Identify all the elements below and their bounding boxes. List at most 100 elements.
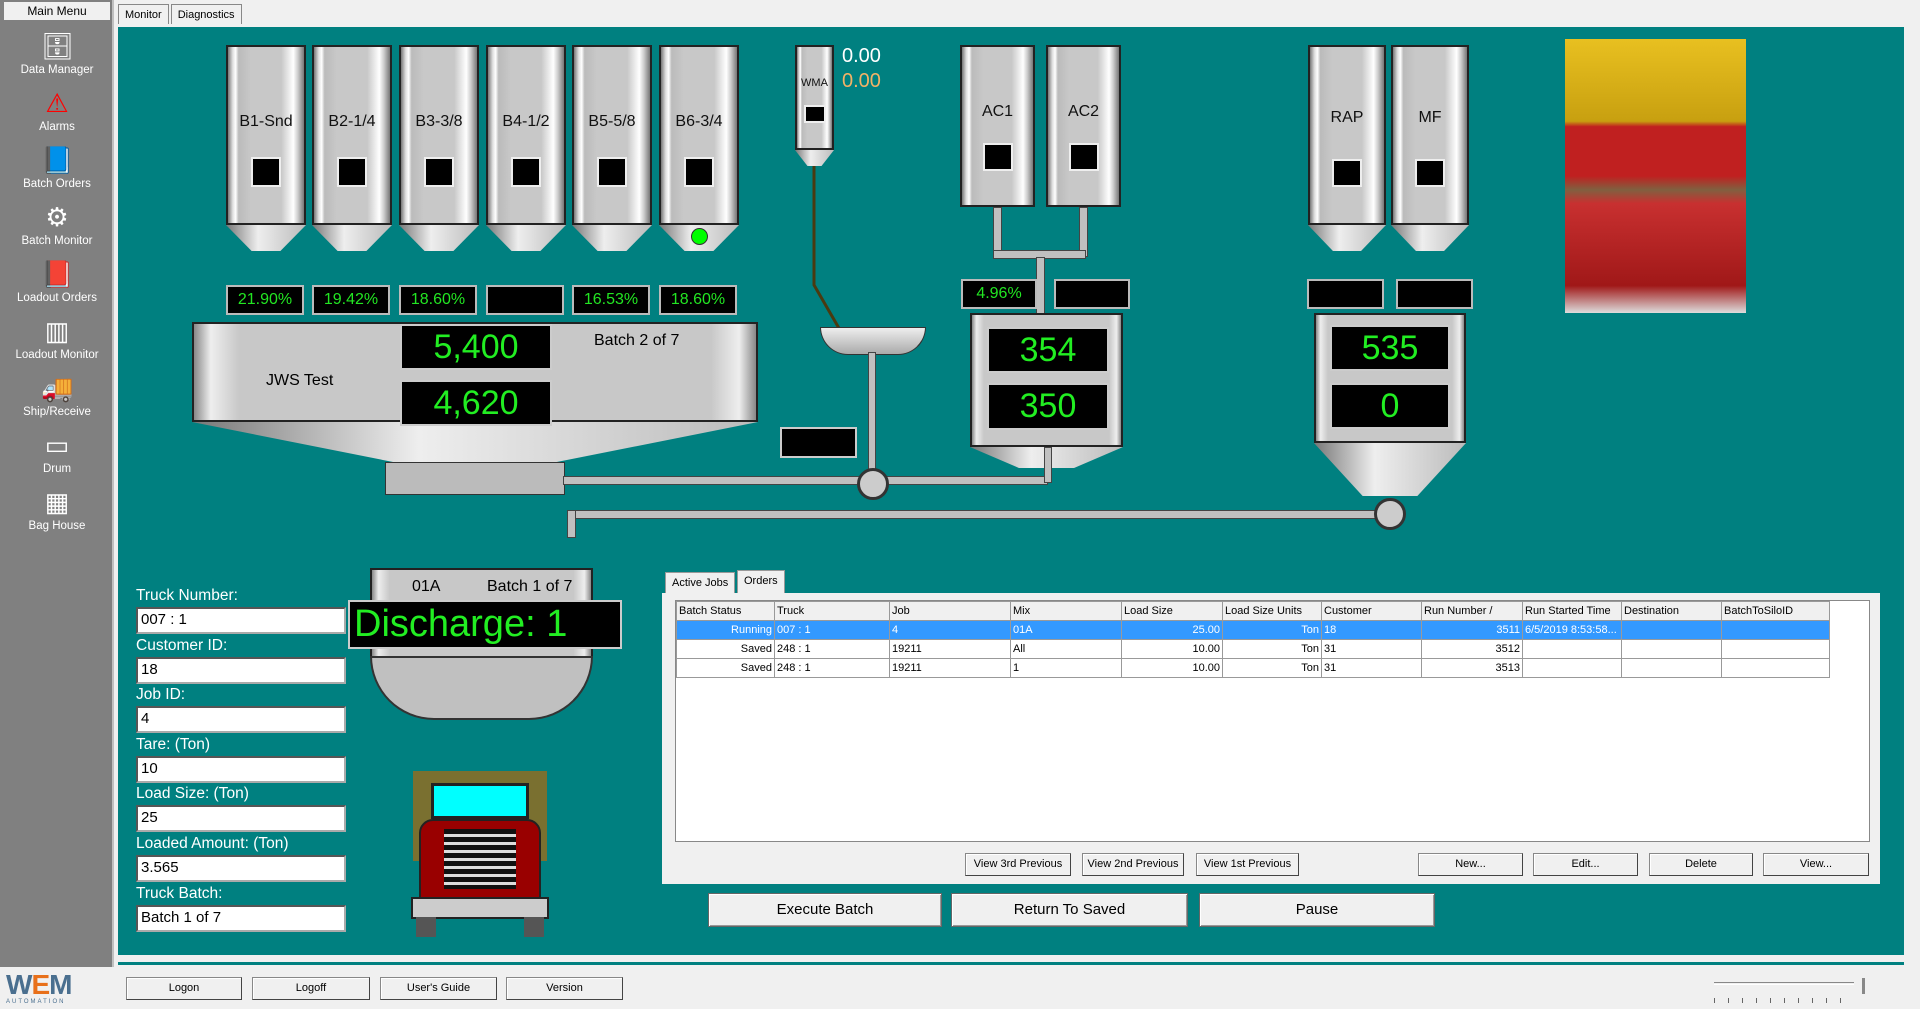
- sidebar: Main Menu 🗄 Data Manager ⚠ Alarms 📘 Batch Ord…: [0, 0, 114, 967]
- sidebar-item-label: Loadout Orders: [17, 292, 97, 304]
- execute-batch-button[interactable]: Execute Batch: [708, 893, 942, 927]
- column-header[interactable]: Customer: [1321, 601, 1422, 621]
- bin-percent: 19.42%: [312, 285, 390, 315]
- column-header[interactable]: Destination: [1621, 601, 1722, 621]
- sidebar-item-batch-monitor[interactable]: ⚙ Batch Monitor: [0, 201, 114, 247]
- bin-4: B4-1/2: [486, 45, 566, 225]
- jobs-button-view-1st-previous[interactable]: View 1st Previous: [1196, 853, 1299, 876]
- sidebar-item-alarms[interactable]: ⚠ Alarms: [0, 87, 114, 133]
- column-header[interactable]: Mix: [1010, 601, 1122, 621]
- logoff-button[interactable]: Logoff: [252, 977, 370, 1000]
- tab-monitor[interactable]: Monitor: [118, 4, 169, 24]
- valve-icon: [857, 468, 889, 500]
- wem-logo: WEM AUTOMATION: [6, 969, 72, 1006]
- bag-house-icon: ▦: [44, 487, 70, 517]
- form-field-tare-ton[interactable]: 10: [136, 755, 346, 783]
- sidebar-item-loadout-orders[interactable]: 📕 Loadout Orders: [0, 258, 114, 304]
- form-label: Load Size: (Ton): [136, 785, 249, 803]
- conveyor-drop: [567, 510, 576, 538]
- column-header[interactable]: Run Started Time: [1522, 601, 1622, 621]
- weigh-bowl: [820, 327, 926, 355]
- bin-gate: [597, 157, 627, 187]
- sidebar-item-ship-receive[interactable]: 🚚 Ship/Receive: [0, 372, 114, 418]
- column-header[interactable]: Truck: [774, 601, 890, 621]
- sidebar-item-drum[interactable]: ▭ Drum: [0, 429, 114, 475]
- blank-display: [780, 427, 857, 458]
- form-field-truck-number[interactable]: 007 : 1: [136, 607, 346, 634]
- rap-actual-display: 0: [1330, 383, 1450, 429]
- form-field-job-id[interactable]: 4: [136, 706, 346, 734]
- form-field-truck-batch[interactable]: Batch 1 of 7: [136, 904, 346, 932]
- sidebar-item-data-manager[interactable]: 🗄 Data Manager: [0, 30, 114, 76]
- jobs-button-delete[interactable]: Delete: [1649, 853, 1753, 876]
- return-to-saved-button[interactable]: Return To Saved: [951, 893, 1188, 927]
- zoom-slider[interactable]: [1714, 978, 1866, 1004]
- sidebar-item-label: Ship/Receive: [23, 406, 91, 418]
- user-s-guide-button[interactable]: User's Guide: [380, 977, 497, 1000]
- bin-percent: 21.90%: [226, 285, 304, 315]
- tab-diagnostics[interactable]: Diagnostics: [170, 4, 242, 24]
- table-row[interactable]: Saved 248 : 1 19211 1 10.00 Ton 31 3513: [676, 658, 1830, 678]
- ac-label: AC1: [981, 103, 1014, 120]
- column-header[interactable]: Batch Status: [676, 601, 775, 621]
- bin-label: B4-1/2: [502, 113, 550, 130]
- bin-gate: [684, 157, 714, 187]
- form-field-loaded-amount-ton[interactable]: 3.565: [136, 855, 346, 882]
- jobs-button-view-3rd-previous[interactable]: View 3rd Previous: [965, 853, 1071, 876]
- rap-gate: [1415, 159, 1445, 187]
- tab-active-jobs[interactable]: Active Jobs: [665, 572, 736, 593]
- wma-value-2: 0.00: [842, 70, 881, 92]
- column-header[interactable]: Load Size: [1121, 601, 1223, 621]
- table-cell: 248 : 1: [774, 658, 890, 678]
- wma-value-1: 0.00: [842, 45, 881, 67]
- table-cell: 6/5/2019 8:53:58...: [1522, 620, 1622, 640]
- sidebar-item-bag-house[interactable]: ▦ Bag House: [0, 486, 114, 532]
- loadout-orders-icon: 📕: [41, 259, 74, 289]
- version-button[interactable]: Version: [506, 977, 623, 1000]
- table-cell: Ton: [1222, 639, 1322, 659]
- sidebar-item-label: Alarms: [39, 121, 75, 133]
- table-row[interactable]: Running 007 : 1 4 01A 25.00 Ton 18 3511 6/5/2019…: [676, 620, 1830, 640]
- bin-2: B2-1/4: [312, 45, 392, 225]
- wma-gate: [803, 105, 826, 123]
- jobs-button-new[interactable]: New...: [1418, 853, 1523, 876]
- bin-percent: 18.60%: [659, 285, 737, 315]
- jobs-button-view[interactable]: View...: [1763, 853, 1869, 876]
- logon-button[interactable]: Logon: [126, 977, 242, 1000]
- form-label: Loaded Amount: (Ton): [136, 835, 289, 852]
- table-cell: 19211: [889, 639, 1011, 659]
- table-cell: [1621, 620, 1722, 640]
- alarm-icon: ⚠: [45, 88, 69, 118]
- column-header[interactable]: Job: [889, 601, 1011, 621]
- tab-orders[interactable]: Orders: [737, 570, 785, 593]
- sidebar-item-batch-orders[interactable]: 📘 Batch Orders: [0, 144, 114, 190]
- conveyor-upper: [563, 476, 1048, 485]
- status-strip: [118, 955, 1904, 965]
- column-header[interactable]: Load Size Units: [1222, 601, 1322, 621]
- jobs-button-edit[interactable]: Edit...: [1533, 853, 1638, 876]
- rap-target-display: 535: [1330, 325, 1450, 371]
- bin-gate: [424, 157, 454, 187]
- truck-photo: [1565, 39, 1746, 313]
- bin-label: B3-3/8: [415, 113, 463, 130]
- truck-icon: 🚚: [41, 373, 74, 403]
- table-cell: [1721, 639, 1830, 659]
- pause-button[interactable]: Pause: [1199, 893, 1435, 927]
- wma-bin: WMA: [795, 45, 834, 150]
- table-row[interactable]: Saved 248 : 1 19211 All 10.00 Ton 31 3512: [676, 639, 1830, 659]
- ac-discharge-pipe: [1044, 447, 1052, 483]
- jobs-button-view-2nd-previous[interactable]: View 2nd Previous: [1082, 853, 1184, 876]
- form-field-customer-id[interactable]: 18: [136, 656, 346, 684]
- batch-label: Batch 2 of 7: [594, 332, 680, 349]
- bin-gate: [511, 157, 541, 187]
- jobs-grid[interactable]: Batch Status Truck Job Mix Load Size Load Siz…: [675, 600, 1870, 842]
- ac-gate: [982, 143, 1013, 171]
- batch-orders-icon: 📘: [41, 145, 74, 175]
- table-cell: 3512: [1421, 639, 1523, 659]
- table-cell: Saved: [676, 658, 775, 678]
- column-header[interactable]: BatchToSiloID: [1721, 601, 1830, 621]
- form-label: Customer ID:: [136, 636, 228, 654]
- sidebar-item-loadout-monitor[interactable]: ▥ Loadout Monitor: [0, 315, 114, 361]
- column-header[interactable]: Run Number /: [1421, 601, 1523, 621]
- form-field-load-size-ton[interactable]: 25: [136, 805, 346, 833]
